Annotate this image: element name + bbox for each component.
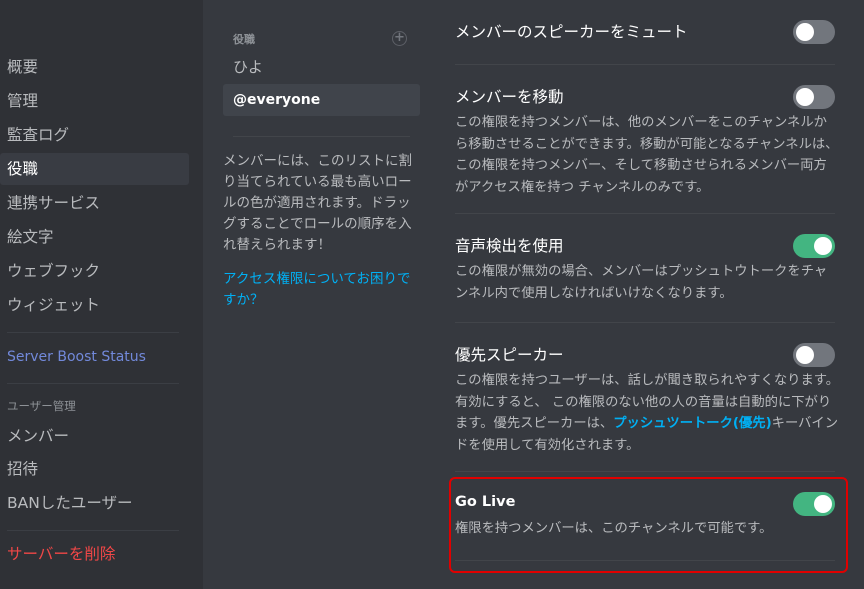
sidebar-item-moderation[interactable]: 管理 [0, 85, 189, 117]
permission-title-priority-speaker: 優先スピーカー [455, 346, 564, 364]
toggle-knob [814, 237, 832, 255]
sidebar-item-roles[interactable]: 役職 [0, 153, 189, 185]
sidebar-item-delete-server[interactable]: サーバーを削除 [0, 538, 189, 570]
permission-divider [455, 322, 835, 323]
toggle-voice-activity[interactable] [793, 234, 835, 258]
sidebar-item-overview[interactable]: 概要 [0, 51, 189, 83]
role-item-hiyo[interactable]: ひよ [223, 51, 420, 83]
permission-divider [455, 213, 835, 214]
permissions-help-link[interactable]: アクセス権限についてお困りですか？ [223, 269, 423, 311]
user-management-header: ユーザー管理 [7, 399, 76, 413]
go-live-highlight-box [449, 477, 848, 573]
sidebar-item-invites[interactable]: 招待 [0, 453, 189, 485]
sidebar-item-audit-log[interactable]: 監査ログ [0, 119, 189, 151]
toggle-knob [796, 88, 814, 106]
settings-sidebar: 概要 管理 監査ログ 役職 連携サービス 絵文字 ウェブフック ウィジェット S… [0, 0, 203, 589]
sidebar-item-widget[interactable]: ウィジェット [0, 289, 189, 321]
permission-title-mute-members: メンバーのスピーカーをミュート [455, 23, 688, 41]
toggle-knob [796, 23, 814, 41]
sidebar-divider [7, 383, 179, 384]
roles-header: 役職 [233, 33, 255, 46]
toggle-mute-members[interactable] [793, 20, 835, 44]
permission-desc-priority-speaker: この権限を持つユーザーは、話しが聞き取られやすくなります。有効にすると、 この権… [455, 370, 840, 456]
toggle-knob [796, 346, 814, 364]
permission-divider [455, 471, 835, 472]
permission-desc-voice-activity: この権限が無効の場合、メンバーはプッシュトウトークをチャンネル内で使用しなければ… [455, 264, 828, 301]
roles-divider [233, 136, 410, 137]
sidebar-item-bans[interactable]: BANしたユーザー [0, 487, 189, 519]
sidebar-item-members[interactable]: メンバー [0, 420, 189, 452]
permission-divider [455, 64, 835, 65]
sidebar-divider [7, 332, 179, 333]
plus-circle-icon[interactable]: + [392, 31, 407, 46]
sidebar-item-webhooks[interactable]: ウェブフック [0, 255, 189, 287]
permission-desc-move-members: この権限を持つメンバーは、他のメンバーをこのチャンネルから移動させることができま… [455, 115, 839, 195]
permission-title-voice-activity: 音声検出を使用 [455, 237, 564, 255]
push-to-talk-priority-link[interactable]: プッシュツートーク(優先) [613, 416, 771, 431]
permission-title-move-members: メンバーを移動 [455, 88, 564, 106]
sidebar-item-server-boost-status[interactable]: Server Boost Status [0, 341, 189, 373]
toggle-move-members[interactable] [793, 85, 835, 109]
sidebar-item-integrations[interactable]: 連携サービス [0, 187, 189, 219]
server-settings-window: 概要 管理 監査ログ 役職 連携サービス 絵文字 ウェブフック ウィジェット S… [0, 0, 864, 589]
sidebar-divider [7, 530, 179, 531]
sidebar-item-emoji[interactable]: 絵文字 [0, 221, 189, 253]
toggle-priority-speaker[interactable] [793, 343, 835, 367]
roles-help-text: メンバーには、このリストに割り当てられている最も高いロールの色が適用されます。ド… [223, 153, 412, 253]
role-item-everyone[interactable]: @everyone [223, 84, 420, 116]
